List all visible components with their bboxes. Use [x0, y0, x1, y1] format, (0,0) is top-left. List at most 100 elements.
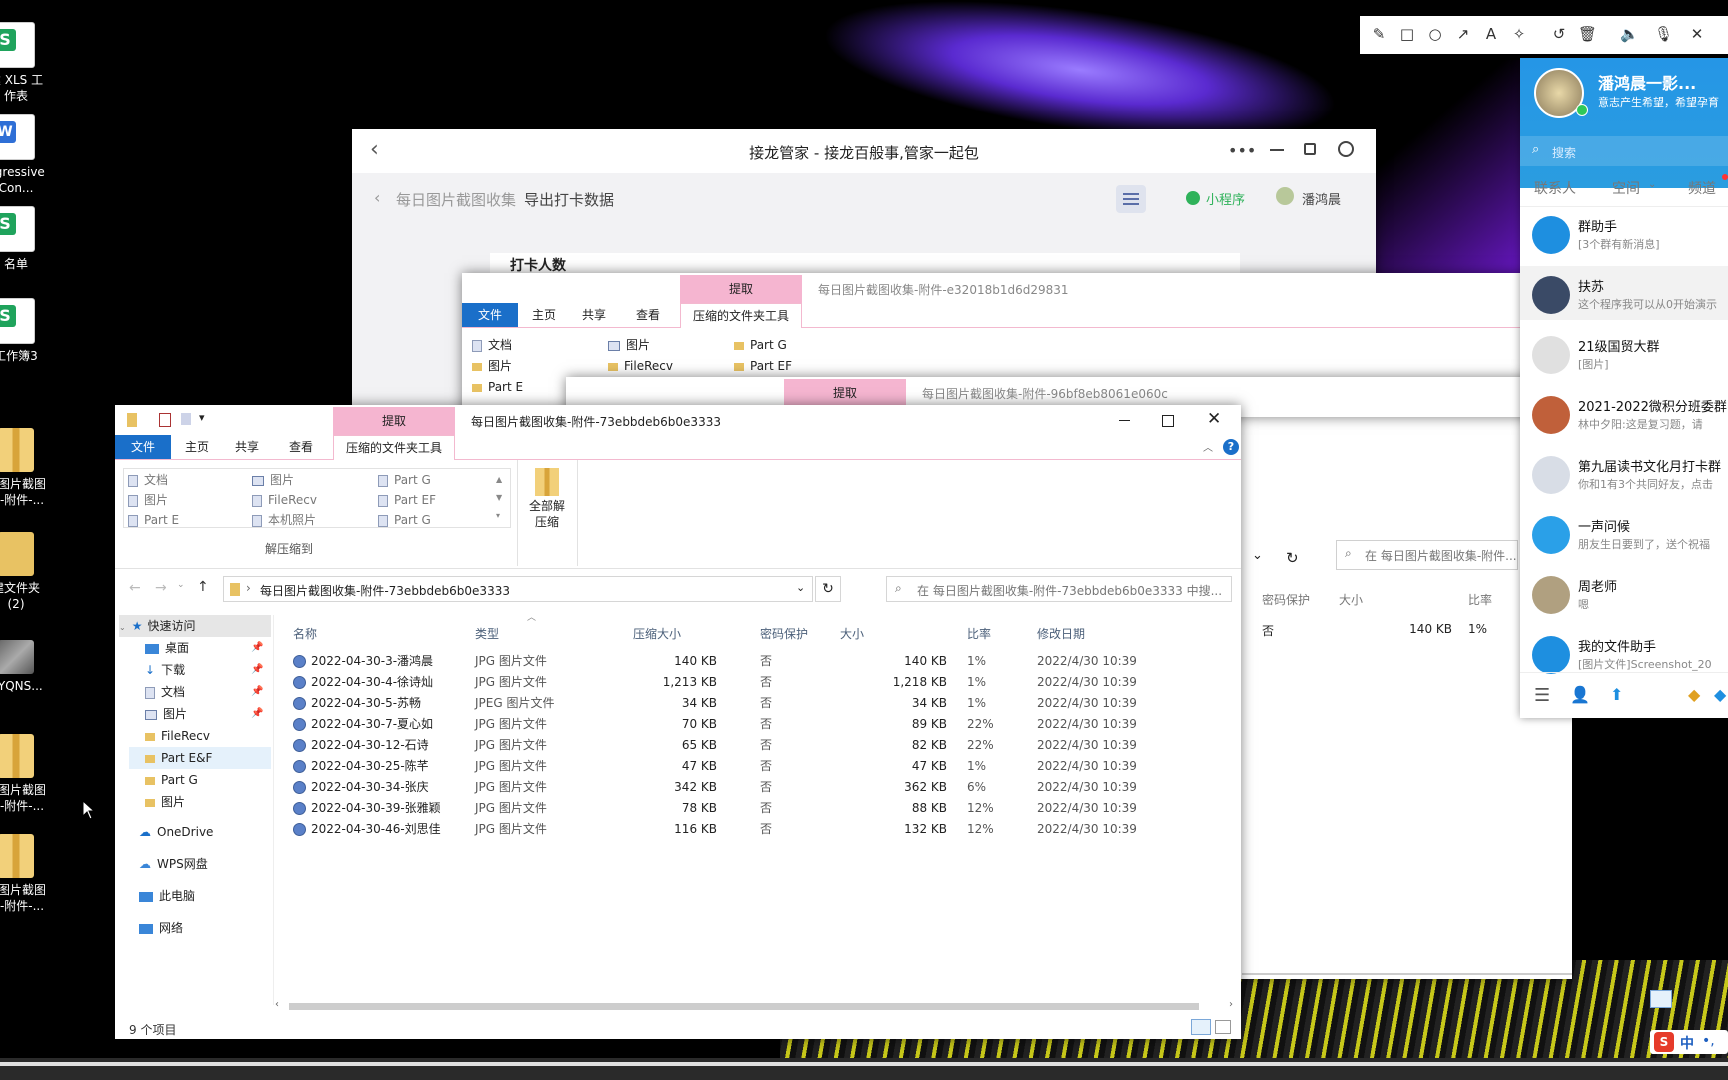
nav-item-desktop[interactable]: 桌面 📌	[145, 637, 271, 659]
gallery-item[interactable]: FileRecv	[252, 490, 317, 510]
chevron-down-icon[interactable]: ⌄	[1252, 548, 1270, 566]
column-header-size[interactable]: 大小	[1339, 591, 1363, 608]
table-row[interactable]: 2022-04-30-34-张庆 JPG 图片文件 342 KB 否 362 KB 6% 2…	[275, 778, 1241, 797]
extract-tab[interactable]: 提取	[680, 275, 802, 303]
chat-list-item[interactable]: 扶苏 这个程序我可以从0开始演示	[1520, 266, 1728, 320]
table-row[interactable]: 2022-04-30-5-苏畅 JPEG 图片文件 34 KB 否 34 KB 1% 202…	[275, 694, 1241, 713]
table-row[interactable]: 2022-04-30-12-石诗 JPG 图片文件 65 KB 否 82 KB 22% 20…	[275, 736, 1241, 755]
menu-button[interactable]	[1116, 185, 1146, 213]
column-header-compressed-size[interactable]: 压缩大小	[633, 625, 681, 642]
desktop-icon[interactable]: 工作簿3	[0, 298, 62, 364]
tab-home[interactable]: 主页	[173, 435, 221, 459]
desktop-icon[interactable]: DYQNS...	[0, 640, 62, 694]
nav-item-this-pc[interactable]: 此电脑	[139, 885, 195, 907]
refresh-icon[interactable]: ↻	[1286, 549, 1299, 567]
collapse-ribbon-icon[interactable]: ︿	[1203, 439, 1213, 454]
qq-signature[interactable]: 意志产生希望，希望孕育	[1598, 94, 1719, 110]
arrow-icon[interactable]: ↗	[1454, 25, 1472, 43]
record-icon[interactable]	[1338, 141, 1354, 157]
tab-contacts[interactable]: 联系人	[1534, 178, 1576, 198]
nav-item-part-g[interactable]: Part G	[145, 769, 271, 791]
details-view-icon[interactable]	[1191, 1019, 1211, 1035]
nav-item-onedrive[interactable]: ☁ OneDrive	[139, 821, 213, 843]
tab-channel[interactable]: 频道	[1688, 178, 1716, 198]
menu-icon[interactable]: ☰	[1534, 685, 1550, 706]
tab-view[interactable]: 查看	[624, 303, 672, 327]
column-header-protect[interactable]: 密码保护	[1262, 591, 1310, 608]
nav-item-downloads[interactable]: ↓ 下载 📌	[145, 659, 271, 681]
maximize-button[interactable]	[1162, 415, 1174, 427]
trash-icon[interactable]: 🗑	[1578, 25, 1597, 43]
speaker-icon[interactable]: 🔈	[1620, 25, 1639, 43]
up-arrow-icon[interactable]: ↑	[197, 579, 209, 595]
chat-list-item[interactable]: 2021-2022微积分班委群 林中夕阳:这是复习题，请	[1520, 386, 1728, 440]
undo-icon[interactable]: ↺	[1550, 25, 1568, 43]
column-header-modified[interactable]: 修改日期	[1037, 625, 1085, 642]
column-header-ratio[interactable]: 比率	[967, 625, 991, 642]
details-view-icon[interactable]	[1650, 990, 1672, 1008]
nav-quick-access[interactable]: ⌄ ★ 快速访问	[119, 615, 271, 637]
nav-item-pictures[interactable]: 图片 📌	[145, 703, 271, 725]
game-icon[interactable]: ◆	[1688, 685, 1700, 704]
gallery-item[interactable]: Part E	[128, 510, 179, 530]
horizontal-scrollbar[interactable]	[1242, 973, 1572, 975]
column-header-name[interactable]: 名称	[293, 625, 317, 642]
desktop-icon[interactable]: 日图片截图 集-附件-...	[0, 834, 62, 914]
sogou-icon[interactable]: S	[1654, 1032, 1674, 1052]
chat-list-item[interactable]: 第九届读书文化月打卡群 你和1有3个共同好友，点击	[1520, 446, 1728, 500]
tab-compressed-tools[interactable]: 压缩的文件夹工具	[333, 435, 456, 460]
chat-list-item[interactable]: 一声问候 朋友生日要到了，送个祝福	[1520, 506, 1728, 560]
desktop-icon[interactable]: 名单	[0, 206, 62, 272]
app-icon[interactable]: ◆	[1714, 685, 1726, 704]
nav-item-network[interactable]: 网络	[139, 917, 183, 939]
rectangle-icon[interactable]: □	[1398, 25, 1416, 43]
chat-list-item[interactable]: 群助手 [3个群有新消息]	[1520, 206, 1728, 260]
gallery-item[interactable]: 本机照片	[252, 510, 317, 530]
gallery-item[interactable]: 图片	[128, 490, 179, 510]
ime-mode[interactable]: 中	[1680, 1033, 1694, 1053]
gallery-scroll[interactable]: ▲ ▼ ▾	[496, 471, 508, 525]
nav-item-wps[interactable]: ☁ WPS网盘	[139, 853, 208, 875]
new-folder-icon[interactable]	[181, 413, 191, 425]
recent-locations-icon[interactable]: ⌄	[177, 580, 185, 590]
tab-compressed-tools[interactable]: 压缩的文件夹工具	[680, 303, 803, 328]
gallery-item[interactable]: 文档	[128, 470, 179, 490]
breadcrumb-parent[interactable]: 每日图片截图收集	[396, 189, 516, 210]
address-path[interactable]: 每日图片截图收集-附件-73ebbdeb6b0e3333	[260, 582, 510, 599]
desktop-icon[interactable]: 建 XLS 工 作表	[0, 22, 62, 104]
horizontal-scrollbar[interactable]: ‹ ›	[275, 999, 1241, 1013]
extract-tab[interactable]: 提取	[784, 379, 906, 407]
close-icon[interactable]: ✕	[1688, 25, 1706, 43]
desktop-icon[interactable]: 日图片截图 集-附件-...	[0, 734, 62, 814]
chevron-down-icon[interactable]: ⌄	[796, 581, 805, 594]
gallery-item[interactable]: 图片	[252, 470, 317, 490]
qq-search[interactable]: ⌕ 搜索	[1520, 136, 1728, 166]
minimize-icon[interactable]	[1270, 149, 1284, 151]
maximize-icon[interactable]	[1304, 143, 1316, 155]
extract-all-button[interactable]: 全部解 压缩	[525, 468, 569, 530]
chat-list-item[interactable]: 21级国贸大群 [图片]	[1520, 326, 1728, 380]
refresh-button[interactable]: ↻	[815, 576, 841, 602]
close-button[interactable]: ✕	[1207, 409, 1221, 429]
extract-tab[interactable]: 提取	[333, 407, 455, 435]
tab-home[interactable]: 主页	[520, 303, 568, 327]
nav-item-pictures-2[interactable]: 图片	[145, 791, 271, 813]
tab-share[interactable]: 共享	[223, 435, 271, 459]
column-header-type[interactable]: 类型	[475, 625, 499, 642]
table-row[interactable]: 2022-04-30-25-陈芊 JPG 图片文件 47 KB 否 47 KB 1% 202…	[275, 757, 1241, 776]
gallery-item[interactable]: Part G	[378, 470, 436, 490]
table-row[interactable]: 2022-04-30-46-刘思佳 JPG 图片文件 116 KB 否 132 KB 12…	[275, 820, 1241, 839]
circle-icon[interactable]: ○	[1426, 25, 1444, 43]
upload-icon[interactable]: ⬆	[1610, 685, 1623, 704]
chat-list-item[interactable]: 周老师嗯	[1520, 566, 1728, 620]
more-icon[interactable]: •••	[1228, 141, 1256, 160]
properties-icon[interactable]	[159, 413, 171, 427]
table-row[interactable]: 2022-04-30-7-夏心如 JPG 图片文件 70 KB 否 89 KB 22% 20…	[275, 715, 1241, 734]
mini-program-link[interactable]: 小程序	[1206, 189, 1245, 208]
tab-view[interactable]: 查看	[277, 435, 325, 459]
search-box[interactable]: ⌕ 在 每日图片截图收集-附件...	[1336, 540, 1518, 570]
table-row[interactable]: 2022-04-30-39-张雅颖 JPG 图片文件 78 KB 否 88 KB 12% 2…	[275, 799, 1241, 818]
scrollbar-thumb[interactable]	[289, 1003, 1199, 1010]
text-icon[interactable]: A	[1482, 25, 1500, 43]
column-header-ratio[interactable]: 比率	[1468, 591, 1492, 608]
